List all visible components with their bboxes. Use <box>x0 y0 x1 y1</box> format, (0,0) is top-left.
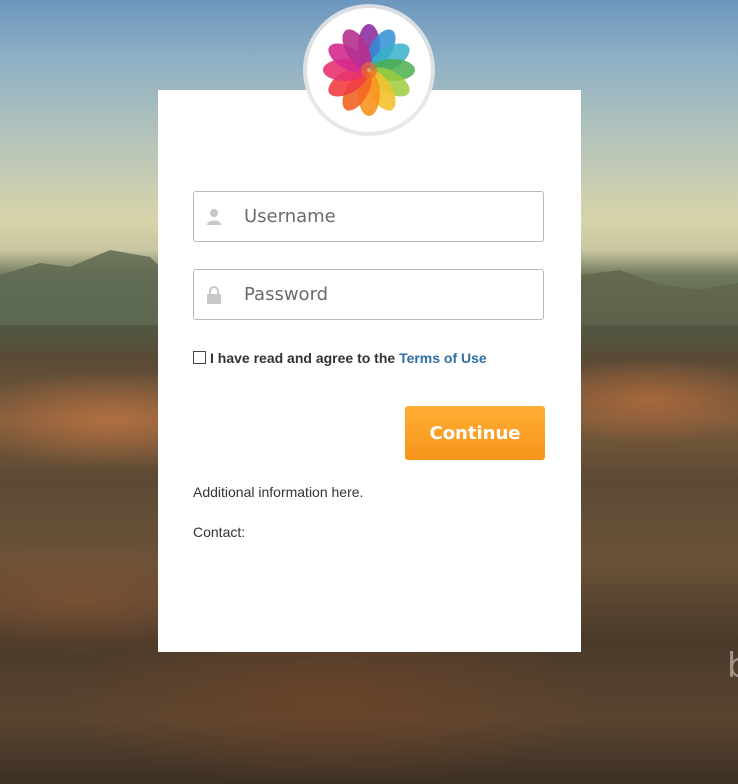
password-input[interactable] <box>244 270 534 319</box>
lock-icon <box>207 286 221 304</box>
terms-of-use-link[interactable]: Terms of Use <box>399 350 487 366</box>
continue-button[interactable]: Continue <box>405 406 545 460</box>
terms-agreement: I have read and agree to the Terms of Us… <box>193 350 487 368</box>
user-icon <box>207 209 221 225</box>
watermark-glyph: b <box>727 648 738 684</box>
contact-text: Contact: <box>193 524 246 540</box>
app-logo <box>307 8 431 132</box>
login-card <box>158 90 581 652</box>
username-field[interactable] <box>193 191 544 242</box>
username-input[interactable] <box>244 192 534 241</box>
flower-petals-icon <box>323 24 415 116</box>
additional-info-text: Additional information here. <box>193 484 364 500</box>
password-field[interactable] <box>193 269 544 320</box>
terms-text: I have read and agree to the <box>210 350 396 366</box>
terms-checkbox[interactable] <box>193 351 206 364</box>
